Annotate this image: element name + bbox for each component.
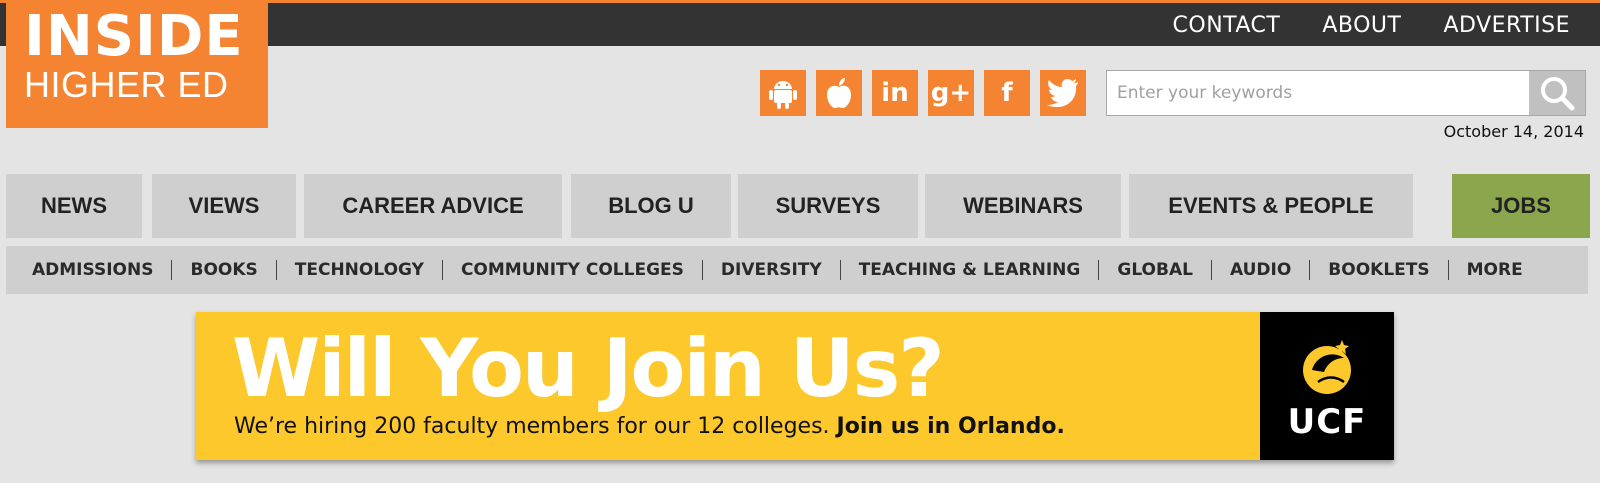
ad-text-regular: We’re hiring 200 faculty members for our… <box>234 414 830 439</box>
advertise-link[interactable]: ADVERTISE <box>1443 9 1570 43</box>
linkedin-icon[interactable]: in <box>872 70 918 116</box>
ad-subtext: We’re hiring 200 faculty members for our… <box>234 412 1065 442</box>
contact-link[interactable]: CONTACT <box>1173 9 1281 43</box>
top-nav: CONTACT ABOUT ADVERTISE <box>1173 9 1570 43</box>
subnav-divider <box>441 260 443 280</box>
ucf-logo: UCF <box>1260 312 1394 460</box>
logo-line-1: INSIDE <box>24 4 244 69</box>
search-button[interactable] <box>1529 71 1585 115</box>
tab-blog-u[interactable]: BLOG U <box>571 174 731 238</box>
pegasus-icon <box>1303 340 1351 394</box>
tab-webinars[interactable]: WEBINARS <box>925 174 1121 238</box>
search-icon <box>1541 77 1575 111</box>
ucf-logo-text: UCF <box>1287 402 1367 442</box>
subnav-divider <box>839 260 841 280</box>
ad-text-bold: Join us in Orlando. <box>836 414 1065 439</box>
tab-surveys[interactable]: SURVEYS <box>738 174 918 238</box>
subnav-divider <box>701 260 703 280</box>
logo-line-2: HIGHER ED <box>24 64 229 105</box>
site-logo[interactable]: INSIDE HIGHER ED <box>6 0 268 128</box>
subnav-divider <box>1309 260 1311 280</box>
tab-news[interactable]: NEWS <box>6 174 142 238</box>
subnav-divider <box>171 260 173 280</box>
apple-icon[interactable] <box>816 70 862 116</box>
subnav-audio[interactable]: AUDIO <box>1230 260 1291 280</box>
about-link[interactable]: ABOUT <box>1322 9 1401 43</box>
tab-views[interactable]: VIEWS <box>152 174 296 238</box>
search-input[interactable] <box>1107 71 1547 115</box>
subnav-booklets[interactable]: BOOKLETS <box>1328 260 1429 280</box>
subnav-divider <box>1098 260 1100 280</box>
subnav-global[interactable]: GLOBAL <box>1117 260 1193 280</box>
ad-headline: Will You Join Us? <box>232 322 945 415</box>
twitter-icon[interactable] <box>1040 70 1086 116</box>
ad-banner[interactable]: Will You Join Us? We’re hiring 200 facul… <box>196 312 1394 460</box>
tab-events-people[interactable]: EVENTS & PEOPLE <box>1129 174 1413 238</box>
tab-jobs[interactable]: JOBS <box>1452 174 1590 238</box>
subnav-community-colleges[interactable]: COMMUNITY COLLEGES <box>461 260 684 280</box>
google-plus-icon[interactable]: g+ <box>928 70 974 116</box>
facebook-icon[interactable]: f <box>984 70 1030 116</box>
subnav-teaching-learning[interactable]: TEACHING & LEARNING <box>859 260 1081 280</box>
subnav-divider <box>275 260 277 280</box>
main-nav: NEWS VIEWS CAREER ADVICE BLOG U SURVEYS … <box>6 174 1594 238</box>
current-date: October 14, 2014 <box>1443 122 1584 141</box>
social-links: in g+ f <box>760 70 1086 116</box>
subnav-books[interactable]: BOOKS <box>190 260 257 280</box>
subnav-divider <box>1447 260 1449 280</box>
search-box <box>1106 70 1586 116</box>
subnav-admissions[interactable]: ADMISSIONS <box>32 260 153 280</box>
android-icon[interactable] <box>760 70 806 116</box>
tab-career-advice[interactable]: CAREER ADVICE <box>304 174 562 238</box>
subnav-technology[interactable]: TECHNOLOGY <box>295 260 424 280</box>
sub-nav: ADMISSIONS BOOKS TECHNOLOGY COMMUNITY CO… <box>6 246 1588 294</box>
subnav-more[interactable]: MORE <box>1467 260 1523 280</box>
subnav-divider <box>1210 260 1212 280</box>
subnav-diversity[interactable]: DIVERSITY <box>721 260 822 280</box>
